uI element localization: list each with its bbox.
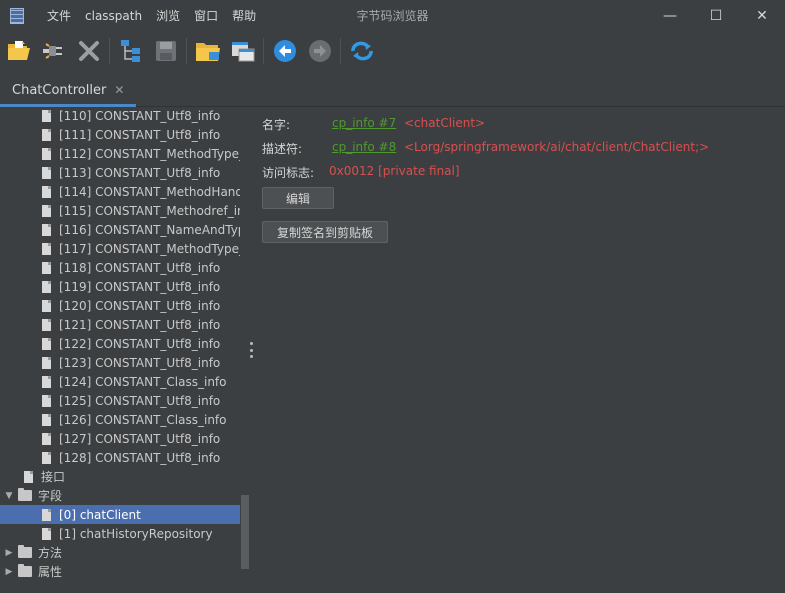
expand-arrow-icon[interactable]: ▶ bbox=[4, 548, 14, 558]
folder-icon bbox=[18, 488, 32, 501]
toolbar-separator bbox=[263, 38, 264, 64]
descriptor-cp-link[interactable]: cp_info #8 bbox=[332, 140, 396, 154]
file-icon bbox=[42, 394, 51, 407]
tree-node-interfaces[interactable]: 接口 bbox=[0, 467, 240, 486]
file-icon bbox=[42, 204, 51, 217]
descriptor-value: <Lorg/springframework/ai/chat/client/Cha… bbox=[404, 140, 710, 154]
access-flags-value: 0x0012 [private final] bbox=[329, 164, 460, 178]
name-value: <chatClient> bbox=[404, 116, 486, 130]
close-x-icon[interactable] bbox=[76, 38, 102, 64]
tree-item[interactable]: [121] CONSTANT_Utf8_info bbox=[0, 315, 240, 334]
tree-item[interactable]: [119] CONSTANT_Utf8_info bbox=[0, 277, 240, 296]
descriptor-label: 描述符: bbox=[262, 142, 303, 156]
tree-item[interactable]: [112] CONSTANT_MethodType_ bbox=[0, 144, 240, 163]
tree-node-fields[interactable]: ▼ 字段 bbox=[0, 486, 240, 505]
toolbar-separator bbox=[340, 38, 341, 64]
minimize-button[interactable]: — bbox=[647, 0, 693, 32]
access-flags-label: 访问标志: bbox=[262, 166, 315, 180]
app-icon bbox=[10, 8, 24, 24]
tree-item[interactable]: [1] chatHistoryRepository bbox=[0, 524, 240, 543]
file-icon bbox=[42, 147, 51, 160]
file-icon bbox=[24, 470, 33, 483]
file-icon bbox=[42, 318, 51, 331]
tab-close-icon[interactable]: ✕ bbox=[114, 83, 124, 97]
file-icon bbox=[42, 375, 51, 388]
file-icon bbox=[42, 337, 51, 350]
tree-item[interactable]: [120] CONSTANT_Utf8_info bbox=[0, 296, 240, 315]
expand-arrow-icon[interactable]: ▼ bbox=[4, 491, 14, 501]
file-icon bbox=[42, 527, 51, 540]
toolbar-separator bbox=[186, 38, 187, 64]
tree-node-methods[interactable]: ▶ 方法 bbox=[0, 543, 240, 562]
close-window-button[interactable]: ✕ bbox=[739, 0, 785, 32]
tree-item[interactable]: [128] CONSTANT_Utf8_info bbox=[0, 448, 240, 467]
title-bar: 文件 classpath 浏览 窗口 帮助 字节码浏览器 — ☐ ✕ bbox=[0, 0, 785, 32]
tab-label: ChatController bbox=[12, 82, 107, 98]
name-label: 名字: bbox=[262, 118, 291, 132]
save-icon[interactable] bbox=[153, 38, 179, 64]
edit-button[interactable]: 编辑 bbox=[262, 187, 334, 209]
class-tree[interactable]: [110] CONSTANT_Utf8_info [111] CONSTANT_… bbox=[0, 107, 240, 593]
menu-window[interactable]: 窗口 bbox=[187, 0, 225, 32]
file-icon bbox=[42, 261, 51, 274]
copy-signature-button[interactable]: 复制签名到剪贴板 bbox=[262, 221, 388, 243]
file-icon bbox=[42, 413, 51, 426]
window-icon[interactable] bbox=[230, 38, 256, 64]
tree-item[interactable]: [114] CONSTANT_MethodHand bbox=[0, 182, 240, 201]
maximize-button[interactable]: ☐ bbox=[693, 0, 739, 32]
tree-scrollbar[interactable] bbox=[240, 107, 249, 593]
file-icon bbox=[42, 166, 51, 179]
scrollbar-thumb[interactable] bbox=[241, 495, 249, 569]
tree-item[interactable]: [123] CONSTANT_Utf8_info bbox=[0, 353, 240, 372]
tree-item[interactable]: [126] CONSTANT_Class_info bbox=[0, 410, 240, 429]
refresh-icon[interactable] bbox=[349, 38, 375, 64]
file-icon bbox=[42, 280, 51, 293]
plug-icon[interactable] bbox=[41, 38, 67, 64]
menu-classpath[interactable]: classpath bbox=[78, 0, 149, 32]
menu-help[interactable]: 帮助 bbox=[225, 0, 263, 32]
tab-bar: ChatController ✕ bbox=[0, 76, 785, 107]
tree-item[interactable]: [118] CONSTANT_Utf8_info bbox=[0, 258, 240, 277]
open-folder-icon[interactable] bbox=[6, 38, 32, 64]
file-icon bbox=[42, 432, 51, 445]
forward-arrow-icon[interactable] bbox=[307, 38, 333, 64]
tree-item[interactable]: [116] CONSTANT_NameAndTyp bbox=[0, 220, 240, 239]
file-icon bbox=[42, 299, 51, 312]
menu-browse[interactable]: 浏览 bbox=[149, 0, 187, 32]
menu-file[interactable]: 文件 bbox=[40, 0, 78, 32]
file-icon bbox=[42, 451, 51, 464]
hierarchy-icon[interactable] bbox=[118, 38, 144, 64]
folder-icon bbox=[18, 545, 32, 558]
tree-item[interactable]: [117] CONSTANT_MethodType_ bbox=[0, 239, 240, 258]
tree-item-selected[interactable]: [0] chatClient bbox=[0, 505, 240, 524]
file-icon bbox=[42, 109, 51, 122]
back-arrow-icon[interactable] bbox=[272, 38, 298, 64]
tree-item[interactable]: [125] CONSTANT_Utf8_info bbox=[0, 391, 240, 410]
file-icon bbox=[42, 356, 51, 369]
tree-item[interactable]: [111] CONSTANT_Utf8_info bbox=[0, 125, 240, 144]
tree-item[interactable]: [110] CONSTANT_Utf8_info bbox=[0, 107, 240, 125]
file-icon bbox=[42, 128, 51, 141]
file-icon bbox=[42, 508, 51, 521]
tree-item[interactable]: [122] CONSTANT_Utf8_info bbox=[0, 334, 240, 353]
tree-item[interactable]: [113] CONSTANT_Utf8_info bbox=[0, 163, 240, 182]
folder-icon bbox=[18, 564, 32, 577]
name-cp-link[interactable]: cp_info #7 bbox=[332, 116, 396, 130]
toolbar bbox=[0, 32, 785, 70]
open-classes-icon[interactable] bbox=[195, 38, 221, 64]
detail-panel: 名字: cp_info #7 <chatClient> 描述符: cp_info… bbox=[249, 107, 785, 593]
toolbar-separator bbox=[109, 38, 110, 64]
expand-arrow-icon[interactable]: ▶ bbox=[4, 567, 14, 577]
file-icon bbox=[42, 223, 51, 236]
splitter-handle[interactable] bbox=[250, 342, 254, 358]
tree-item[interactable]: [115] CONSTANT_Methodref_in bbox=[0, 201, 240, 220]
tab-chatcontroller[interactable]: ChatController ✕ bbox=[0, 76, 137, 107]
tree-node-attributes[interactable]: ▶ 属性 bbox=[0, 562, 240, 581]
tree-item[interactable]: [124] CONSTANT_Class_info bbox=[0, 372, 240, 391]
file-icon bbox=[42, 242, 51, 255]
tree-item[interactable]: [127] CONSTANT_Utf8_info bbox=[0, 429, 240, 448]
file-icon bbox=[42, 185, 51, 198]
